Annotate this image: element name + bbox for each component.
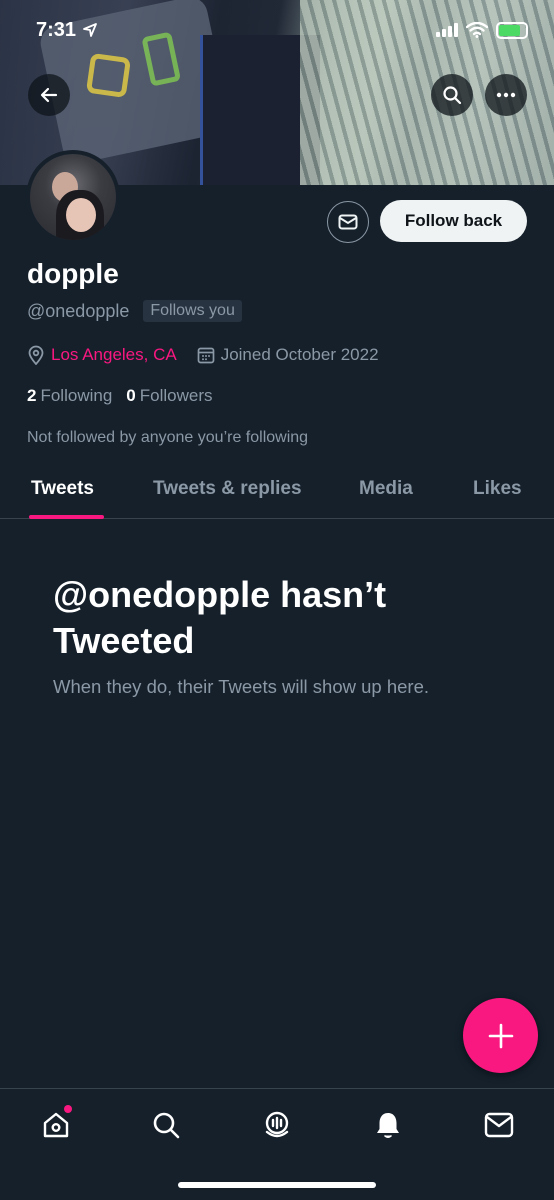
- search-profile-button[interactable]: [431, 74, 473, 116]
- envelope-icon: [338, 214, 358, 230]
- followers-label: Followers: [139, 386, 213, 405]
- back-button[interactable]: [28, 74, 70, 116]
- plus-icon: [488, 1023, 513, 1048]
- notifications-icon: [377, 1113, 399, 1138]
- nav-spaces[interactable]: [259, 1107, 295, 1143]
- location-arrow-icon: [83, 23, 97, 37]
- empty-state-subtitle: When they do, their Tweets will show up …: [53, 676, 430, 697]
- profile-tabs: Tweets Tweets & replies Media Likes: [0, 460, 554, 519]
- compose-tweet-button[interactable]: [463, 998, 538, 1073]
- messages-icon: [484, 1112, 514, 1138]
- home-icon: [43, 1112, 69, 1138]
- nav-search[interactable]: [148, 1107, 184, 1143]
- search-icon: [153, 1112, 180, 1139]
- wifi-icon: [466, 22, 488, 38]
- mutual-followers-note: Not followed by anyone you’re following: [27, 429, 309, 446]
- notification-dot: [64, 1105, 72, 1113]
- message-button[interactable]: [327, 201, 369, 243]
- tab-media[interactable]: Media: [359, 478, 413, 500]
- more-horizontal-icon: [496, 92, 516, 98]
- joined-date: Joined October 2022: [220, 345, 379, 364]
- battery-icon: [496, 21, 528, 39]
- user-handle: @onedopple: [27, 300, 130, 321]
- display-name: dopple: [27, 258, 119, 289]
- tab-tweets-and-replies[interactable]: Tweets & replies: [153, 478, 302, 500]
- status-bar: 7:31: [0, 0, 554, 60]
- more-options-button[interactable]: [485, 74, 527, 116]
- active-tab-indicator: [29, 515, 104, 519]
- empty-state-title: @onedopple hasn’t Tweeted: [53, 574, 387, 661]
- nav-notifications[interactable]: [370, 1107, 406, 1143]
- follow-back-button[interactable]: Follow back: [380, 200, 527, 242]
- following-count: 2: [27, 386, 37, 405]
- calendar-icon: [197, 347, 215, 364]
- avatar[interactable]: [26, 150, 120, 244]
- following-link[interactable]: 2 Following: [27, 386, 112, 406]
- nav-home[interactable]: [38, 1105, 74, 1143]
- home-indicator: [178, 1182, 376, 1188]
- nav-messages[interactable]: [481, 1107, 517, 1143]
- handle-row: @onedopple Follows you: [27, 300, 242, 322]
- tab-likes[interactable]: Likes: [473, 478, 522, 500]
- location-text[interactable]: Los Angeles, CA: [51, 345, 177, 365]
- status-time: 7:31: [36, 18, 77, 41]
- followers-count: 0: [126, 386, 136, 405]
- profile-meta: Los Angeles, CA Joined October 2022: [27, 345, 379, 365]
- search-icon: [443, 86, 462, 105]
- follow-counts: 2 Following 0 Followers: [27, 386, 213, 406]
- following-label: Following: [40, 386, 113, 405]
- followers-link[interactable]: 0 Followers: [126, 386, 212, 406]
- back-arrow-icon: [40, 87, 58, 103]
- location-pin-icon: [28, 345, 44, 365]
- tab-tweets[interactable]: Tweets: [31, 478, 94, 500]
- signal-icon: [436, 23, 458, 37]
- spaces-icon: [265, 1111, 289, 1138]
- follows-you-badge: Follows you: [143, 300, 242, 322]
